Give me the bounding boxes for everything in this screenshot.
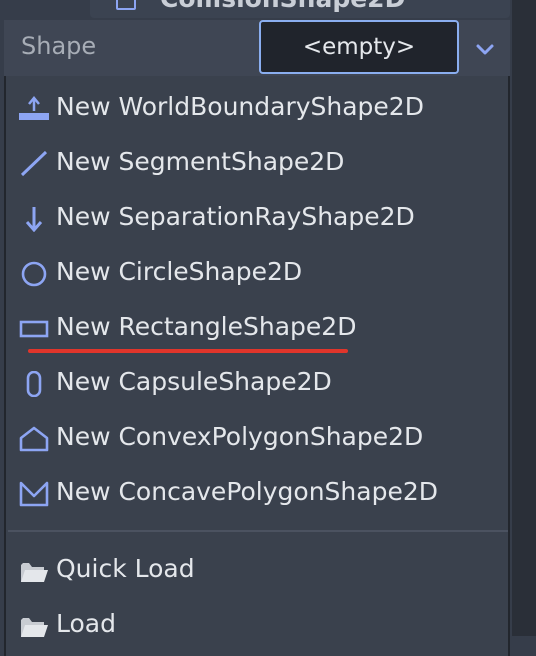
node-header-title: CollisionShape2D xyxy=(160,0,405,13)
concave-polygon-shape-icon xyxy=(19,481,49,507)
menu-separator xyxy=(8,530,508,532)
circle-shape-icon xyxy=(21,261,47,287)
menu-item-rectangle[interactable]: New RectangleShape2D xyxy=(6,304,508,352)
menu-item-label: New CapsuleShape2D xyxy=(56,367,332,396)
separation-ray-shape-icon xyxy=(25,207,43,232)
menu-item-label: New SegmentShape2D xyxy=(56,147,345,176)
world-boundary-shape-icon xyxy=(19,96,49,120)
shape-value-button[interactable]: <empty> xyxy=(259,20,459,74)
menu-item-label: New ConvexPolygonShape2D xyxy=(56,422,424,451)
node-header: CollisionShape2D xyxy=(90,0,510,18)
menu-item-capsule[interactable]: New CapsuleShape2D xyxy=(6,359,508,407)
menu-item-world-boundary[interactable]: New WorldBoundaryShape2D xyxy=(6,84,508,132)
menu-item-label: New WorldBoundaryShape2D xyxy=(56,92,424,121)
menu-item-convex-polygon[interactable]: New ConvexPolygonShape2D xyxy=(6,414,508,462)
rectangle-shape-icon xyxy=(19,320,49,338)
menu-item-label: New SeparationRayShape2D xyxy=(56,202,415,231)
chevron-down-icon[interactable] xyxy=(470,34,500,64)
menu-item-segment[interactable]: New SegmentShape2D xyxy=(6,139,508,187)
collision-shape-icon xyxy=(116,0,136,10)
menu-item-label: Quick Load xyxy=(56,554,195,583)
capsule-shape-icon xyxy=(26,371,42,397)
menu-item-label: Load xyxy=(56,609,116,638)
folder-icon xyxy=(21,618,48,637)
menu-item-circle[interactable]: New CircleShape2D xyxy=(6,249,508,297)
folder-icon xyxy=(21,563,48,582)
menu-item-separation-ray[interactable]: New SeparationRayShape2D xyxy=(6,194,508,242)
shape-property-label: Shape xyxy=(21,32,97,60)
inspector-scrollbar-area xyxy=(512,0,536,636)
menu-item-label: New RectangleShape2D xyxy=(56,312,357,341)
menu-item-quick-load[interactable]: Quick Load xyxy=(6,546,508,594)
menu-item-load[interactable]: Load xyxy=(6,601,508,649)
menu-item-label: New ConcavePolygonShape2D xyxy=(56,477,438,506)
menu-item-label: New CircleShape2D xyxy=(56,257,303,286)
rectangle-shape-underline xyxy=(28,349,348,353)
shape-property-row: Shape <empty> xyxy=(4,20,510,76)
menu-item-concave-polygon[interactable]: New ConcavePolygonShape2D xyxy=(6,469,508,517)
convex-polygon-shape-icon xyxy=(19,426,49,452)
segment-shape-icon xyxy=(20,151,48,177)
shape-popup-menu: New WorldBoundaryShape2D New SegmentShap… xyxy=(4,76,510,656)
